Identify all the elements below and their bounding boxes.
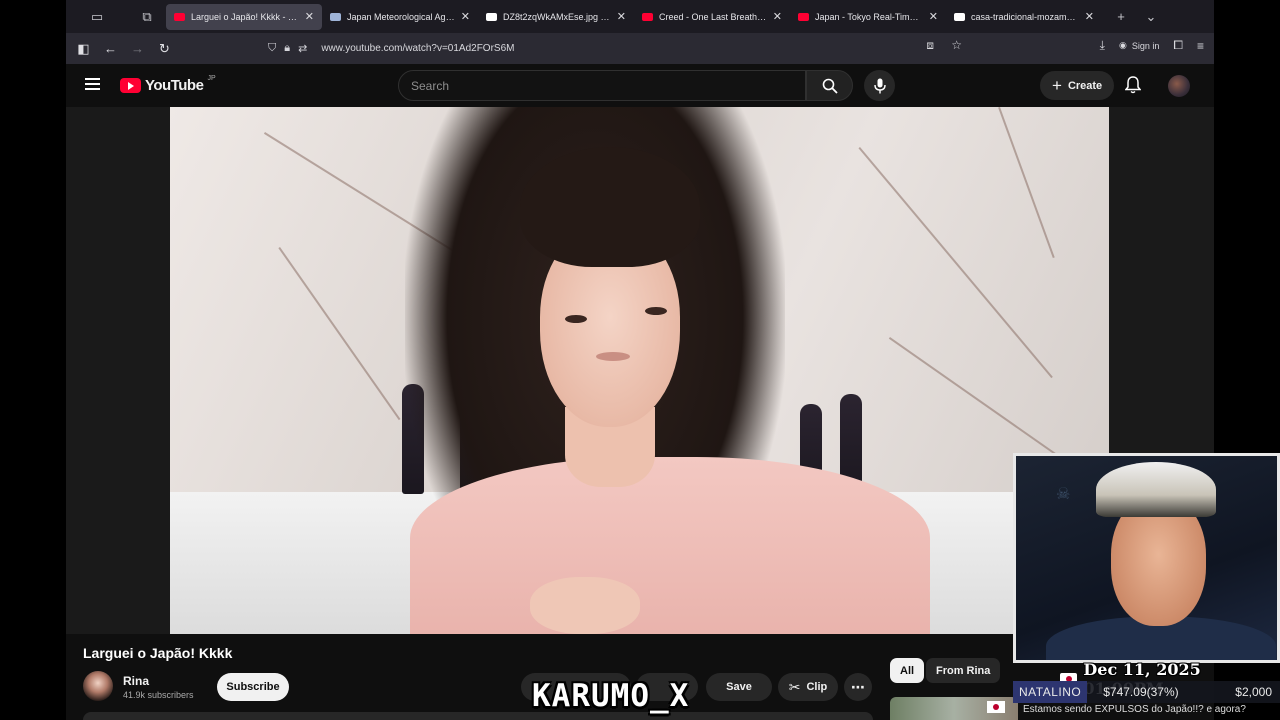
streamer-cap bbox=[1096, 462, 1216, 517]
scissors-icon: ✂ bbox=[788, 678, 801, 695]
related-video-title[interactable]: Estamos sendo EXPULSOS do Japão!!? e ago… bbox=[1023, 704, 1246, 715]
tab-overview-icon[interactable]: ⧉ bbox=[128, 6, 166, 28]
more-actions-icon[interactable]: ⋯ bbox=[844, 673, 872, 701]
channel-watermark: KARUMO_X bbox=[532, 678, 690, 714]
x-icon bbox=[486, 12, 497, 21]
close-tab-icon[interactable]: ✕ bbox=[773, 10, 782, 23]
tiktok-icon bbox=[954, 12, 965, 21]
tab-title: Japan - Tokyo Real-Time Earthquake bbox=[815, 11, 923, 22]
close-tab-icon[interactable]: ✕ bbox=[305, 10, 314, 23]
browser-tab[interactable]: Japan - Tokyo Real-Time Earthquake ✕ bbox=[790, 4, 946, 30]
tab-title: Japan Meteorological Agency bbox=[347, 11, 455, 22]
sign-in-button[interactable]: ◉ Sign in bbox=[1119, 40, 1159, 51]
browser-tab[interactable]: Japan Meteorological Agency ✕ bbox=[322, 4, 478, 30]
browser-tab[interactable]: DZ8t2zqWkAMxEse.jpg (JPEG Image) ✕ bbox=[478, 4, 634, 30]
person-eye bbox=[565, 315, 587, 323]
sidebar-icon[interactable]: ◧ bbox=[70, 41, 97, 57]
account-icon: ◉ bbox=[1118, 40, 1127, 50]
new-tab-icon[interactable]: + bbox=[1106, 6, 1136, 28]
person-mouth bbox=[596, 352, 630, 361]
tab-strip: ▭ ⧉ Larguei o Japão! Kkkk - YouTube✕Japa… bbox=[66, 0, 1214, 33]
skull-icon: ☠ bbox=[1056, 486, 1071, 503]
chip-from-channel[interactable]: From Rina bbox=[926, 658, 1001, 683]
microphone-icon bbox=[873, 78, 886, 93]
guide-menu-icon[interactable] bbox=[85, 78, 100, 90]
person-eye bbox=[645, 307, 667, 315]
browser-tab[interactable]: casa-tradicional-mozambique ✕ bbox=[946, 4, 1102, 30]
save-button[interactable]: Save bbox=[706, 673, 772, 701]
close-tab-icon[interactable]: ✕ bbox=[617, 10, 626, 23]
youtube-icon bbox=[174, 12, 185, 21]
search-input[interactable] bbox=[411, 78, 805, 93]
account-avatar[interactable] bbox=[1168, 75, 1190, 97]
permissions-icon[interactable]: ⇄ bbox=[298, 42, 307, 55]
create-button[interactable]: + Create bbox=[1040, 71, 1115, 100]
sidebar-toggle-icon[interactable]: ▭ bbox=[66, 6, 128, 28]
video-frame[interactable] bbox=[170, 107, 1109, 634]
page-icon bbox=[330, 12, 341, 21]
picture-in-picture-icon[interactable]: ⧈ bbox=[926, 38, 934, 53]
extensions-icon[interactable]: ⧠ bbox=[1173, 38, 1183, 53]
subscriber-count: 41.9k subscribers bbox=[123, 690, 194, 700]
japan-flag-icon bbox=[987, 701, 1005, 713]
back-icon[interactable]: ← bbox=[97, 41, 124, 56]
tab-title: Creed - One Last Breath (Official) bbox=[659, 11, 767, 22]
url-bar[interactable]: ⛉ 🔒︎ ⇄ www.youtube.com/watch?v=01Ad2FOrS… bbox=[268, 37, 968, 60]
channel-avatar[interactable] bbox=[83, 671, 113, 701]
search-button[interactable] bbox=[806, 70, 853, 101]
close-tab-icon[interactable]: ✕ bbox=[461, 10, 470, 23]
bookmark-star-icon[interactable]: ☆ bbox=[951, 38, 962, 52]
downloads-icon[interactable]: ⤓ bbox=[1100, 38, 1105, 53]
toolbar-right: ⧈ ☆ ⤓ ◉ Sign in ⧠ ≡ bbox=[926, 38, 1204, 53]
youtube-masthead: YouTube JP + Create bbox=[66, 64, 1214, 107]
channel-name[interactable]: Rina bbox=[123, 674, 149, 688]
shield-icon[interactable]: ⛉ bbox=[268, 42, 276, 55]
webcam-overlay: ☠ bbox=[1013, 453, 1280, 663]
youtube-icon bbox=[642, 12, 653, 21]
close-tab-icon[interactable]: ✕ bbox=[929, 10, 938, 23]
forward-icon[interactable]: → bbox=[124, 41, 151, 56]
browser-tab[interactable]: Creed - One Last Breath (Official) ✕ bbox=[634, 4, 790, 30]
app-menu-icon[interactable]: ≡ bbox=[1197, 39, 1204, 53]
list-tabs-chevron-icon[interactable]: ⌄ bbox=[1136, 6, 1166, 28]
voice-search-button[interactable] bbox=[864, 70, 895, 101]
plus-icon: + bbox=[1052, 76, 1062, 95]
navigation-toolbar: ◧ ← → ↻ ⛉ 🔒︎ ⇄ www.youtube.com/watch?v=0… bbox=[66, 33, 1214, 64]
clip-button[interactable]: ✂ Clip bbox=[778, 673, 838, 701]
url-text[interactable]: www.youtube.com/watch?v=01Ad2FOrS6M bbox=[321, 43, 514, 54]
tab-title: casa-tradicional-mozambique bbox=[971, 11, 1079, 22]
lock-icon[interactable]: 🔒︎ bbox=[284, 42, 290, 55]
person-shirt bbox=[410, 457, 930, 634]
tab-title: DZ8t2zqWkAMxEse.jpg (JPEG Image) bbox=[503, 11, 611, 22]
person-bangs bbox=[520, 147, 700, 267]
search-icon bbox=[822, 78, 838, 94]
chip-all[interactable]: All bbox=[890, 658, 925, 683]
youtube-logo[interactable]: YouTube JP bbox=[120, 75, 216, 94]
donation-ticker: NATALINO $747.09(37%) $2,000 bbox=[1013, 681, 1280, 703]
subscribe-button[interactable]: Subscribe bbox=[217, 673, 289, 701]
browser-tab[interactable]: Larguei o Japão! Kkkk - YouTube ✕ bbox=[166, 3, 322, 30]
person-hand bbox=[530, 577, 640, 634]
description-box[interactable] bbox=[83, 712, 873, 720]
reload-icon[interactable]: ↻ bbox=[151, 41, 178, 57]
youtube-play-icon bbox=[120, 78, 141, 93]
tab-title: Larguei o Japão! Kkkk - YouTube bbox=[191, 11, 299, 22]
search-box[interactable] bbox=[398, 70, 806, 101]
notifications-bell-icon[interactable] bbox=[1124, 76, 1142, 99]
video-title: Larguei o Japão! Kkkk bbox=[83, 645, 233, 661]
youtube-icon bbox=[798, 12, 809, 21]
close-tab-icon[interactable]: ✕ bbox=[1085, 10, 1094, 23]
